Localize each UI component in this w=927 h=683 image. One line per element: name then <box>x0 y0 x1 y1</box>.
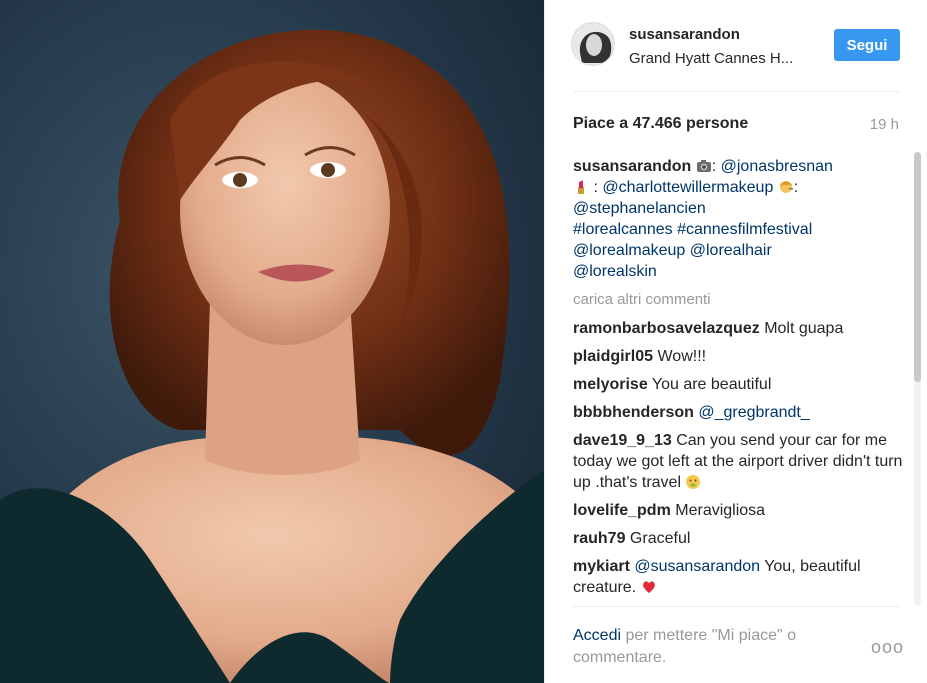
comment-mention[interactable]: @_gregbrandt_ <box>698 404 809 421</box>
follow-button[interactable]: Segui <box>834 29 900 61</box>
more-options-icon[interactable]: ooo <box>871 637 904 658</box>
comment-text: You are beautiful <box>651 376 772 393</box>
comment-mention[interactable]: @susansarandon <box>634 558 760 575</box>
haircut-emoji-icon <box>778 179 794 195</box>
post-username[interactable]: susansarandon <box>629 26 740 43</box>
comment-text: Meravigliosa <box>675 502 766 519</box>
comment-username[interactable]: plaidgirl05 <box>573 348 653 365</box>
comment-username[interactable]: bbbbhenderson <box>573 404 694 421</box>
comment-item: dave19_9_13 Can you send your car for me… <box>573 430 903 493</box>
comment-text: Graceful <box>629 530 691 547</box>
caption-hashtags[interactable]: #lorealcannes #cannesfilmfestival <box>573 221 812 238</box>
portrait-illustration <box>0 29 544 683</box>
comment-item: ramonbarbosavelazquez Molt guapa <box>573 318 903 339</box>
caption-colon: : <box>793 179 799 196</box>
load-more-comments-link[interactable]: carica altri commenti <box>573 290 903 310</box>
caption-mentions[interactable]: @lorealmakeup @lorealhair <box>573 242 772 259</box>
comments-list: susansarandon : @jonasbresnan : @charlot… <box>573 156 903 608</box>
caption-mention[interactable]: @stephanelancien <box>573 200 706 217</box>
login-link[interactable]: Accedi <box>573 627 621 644</box>
comment-username[interactable]: mykiart <box>573 558 630 575</box>
caption: susansarandon : @jonasbresnan : @charlot… <box>573 156 903 282</box>
comment-username[interactable]: melyorise <box>573 376 648 393</box>
comment-username[interactable]: rauh79 <box>573 530 625 547</box>
post-time[interactable]: 19 h <box>870 116 899 133</box>
red-heart-emoji-icon <box>641 579 657 595</box>
post-sidebar: susansarandon Grand Hyatt Cannes H... Se… <box>544 0 927 683</box>
post-photo[interactable] <box>0 0 544 683</box>
caption-mention[interactable]: @lorealskin <box>573 263 657 280</box>
comment-item: rauh79 Graceful <box>573 528 903 549</box>
comment-item: bbbbhenderson @_gregbrandt_ <box>573 402 903 423</box>
comment-username[interactable]: dave19_9_13 <box>573 432 672 449</box>
caption-colon: : <box>711 158 717 175</box>
comment-username[interactable]: lovelife_pdm <box>573 502 671 519</box>
login-prompt: Accedi per mettere "Mi piace" o commenta… <box>573 625 843 669</box>
comment-text: Molt guapa <box>764 320 844 337</box>
likes-count[interactable]: Piace a 47.466 persone <box>573 115 748 133</box>
divider <box>573 606 900 607</box>
post-location[interactable]: Grand Hyatt Cannes H... <box>629 50 793 67</box>
instagram-post-view: susansarandon Grand Hyatt Cannes H... Se… <box>0 0 927 683</box>
comment-item: mykiart @susansarandon You, beautiful cr… <box>573 556 903 598</box>
sick-face-emoji-icon <box>685 474 701 490</box>
caption-colon: : <box>593 179 598 196</box>
caption-username[interactable]: susansarandon <box>573 158 691 175</box>
comment-text: Wow!!! <box>657 348 707 365</box>
comment-item: lovelife_pdm Meravigliosa <box>573 500 903 521</box>
avatar[interactable] <box>571 22 615 66</box>
avatar-image <box>572 23 614 65</box>
comment-item: melyorise You are beautiful <box>573 374 903 395</box>
divider <box>573 91 900 92</box>
camera-emoji-icon <box>696 158 712 174</box>
caption-mention[interactable]: @charlottewillermakeup <box>602 179 773 196</box>
lipstick-emoji-icon <box>573 179 589 195</box>
post-header: susansarandon Grand Hyatt Cannes H... Se… <box>545 0 927 92</box>
comment-username[interactable]: ramonbarbosavelazquez <box>573 320 760 337</box>
comment-item: plaidgirl05 Wow!!! <box>573 346 903 367</box>
comments-scrollbar[interactable] <box>914 152 921 606</box>
scrollbar-thumb[interactable] <box>914 152 921 382</box>
caption-mention[interactable]: @jonasbresnan <box>721 158 833 175</box>
